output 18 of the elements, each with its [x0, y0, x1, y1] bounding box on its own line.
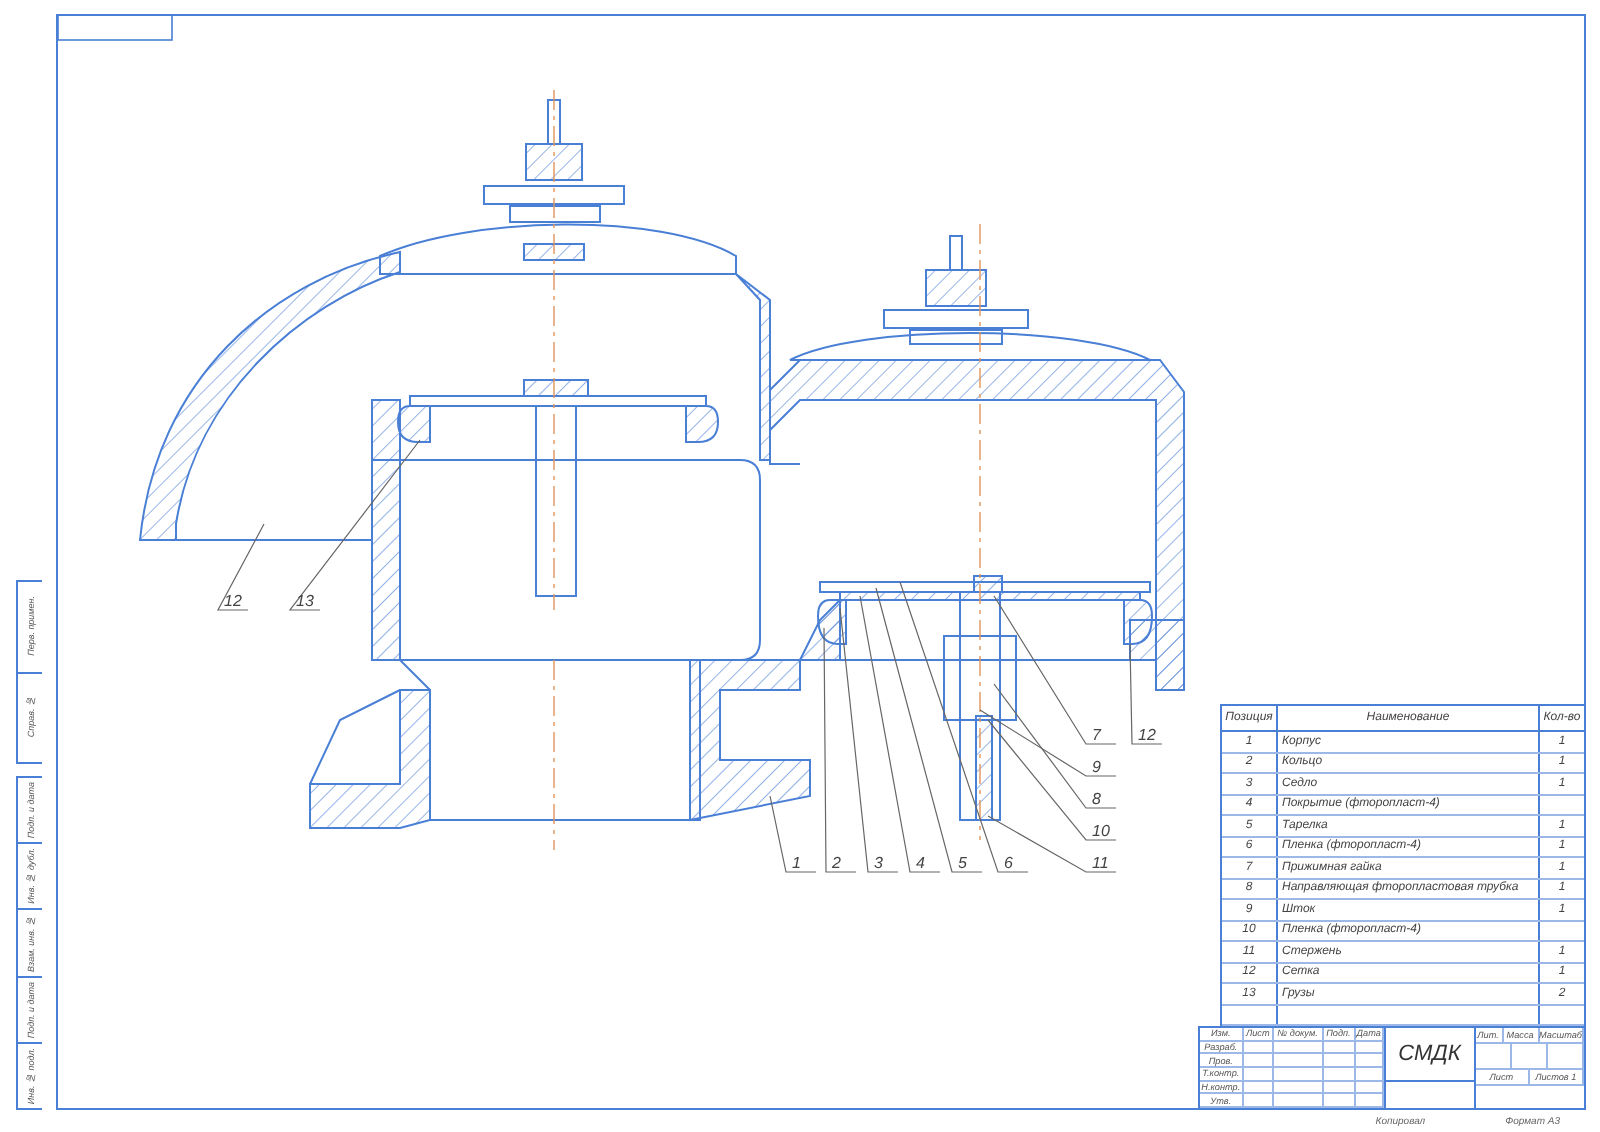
callout-number: 9 — [1092, 758, 1101, 776]
callout-number: 10 — [1092, 822, 1110, 840]
callout-number: 12 — [224, 592, 242, 610]
callout-number: 1 — [792, 854, 801, 872]
callout-number: 3 — [874, 854, 883, 872]
leader-line — [769, 795, 817, 873]
callout-number: 12 — [1138, 726, 1156, 744]
callout-number: 4 — [916, 854, 925, 872]
leader-line — [217, 523, 265, 611]
callout-number: 7 — [1092, 726, 1101, 744]
callout-number: 6 — [1004, 854, 1013, 872]
callout-number: 13 — [296, 592, 314, 610]
leader-line — [1129, 643, 1163, 745]
drawing-designation: СМДК — [1386, 1028, 1474, 1082]
callout-number: 8 — [1092, 790, 1101, 808]
callout-number: 11 — [1092, 854, 1109, 872]
callout-number: 2 — [832, 854, 841, 872]
callout-number: 5 — [958, 854, 967, 872]
